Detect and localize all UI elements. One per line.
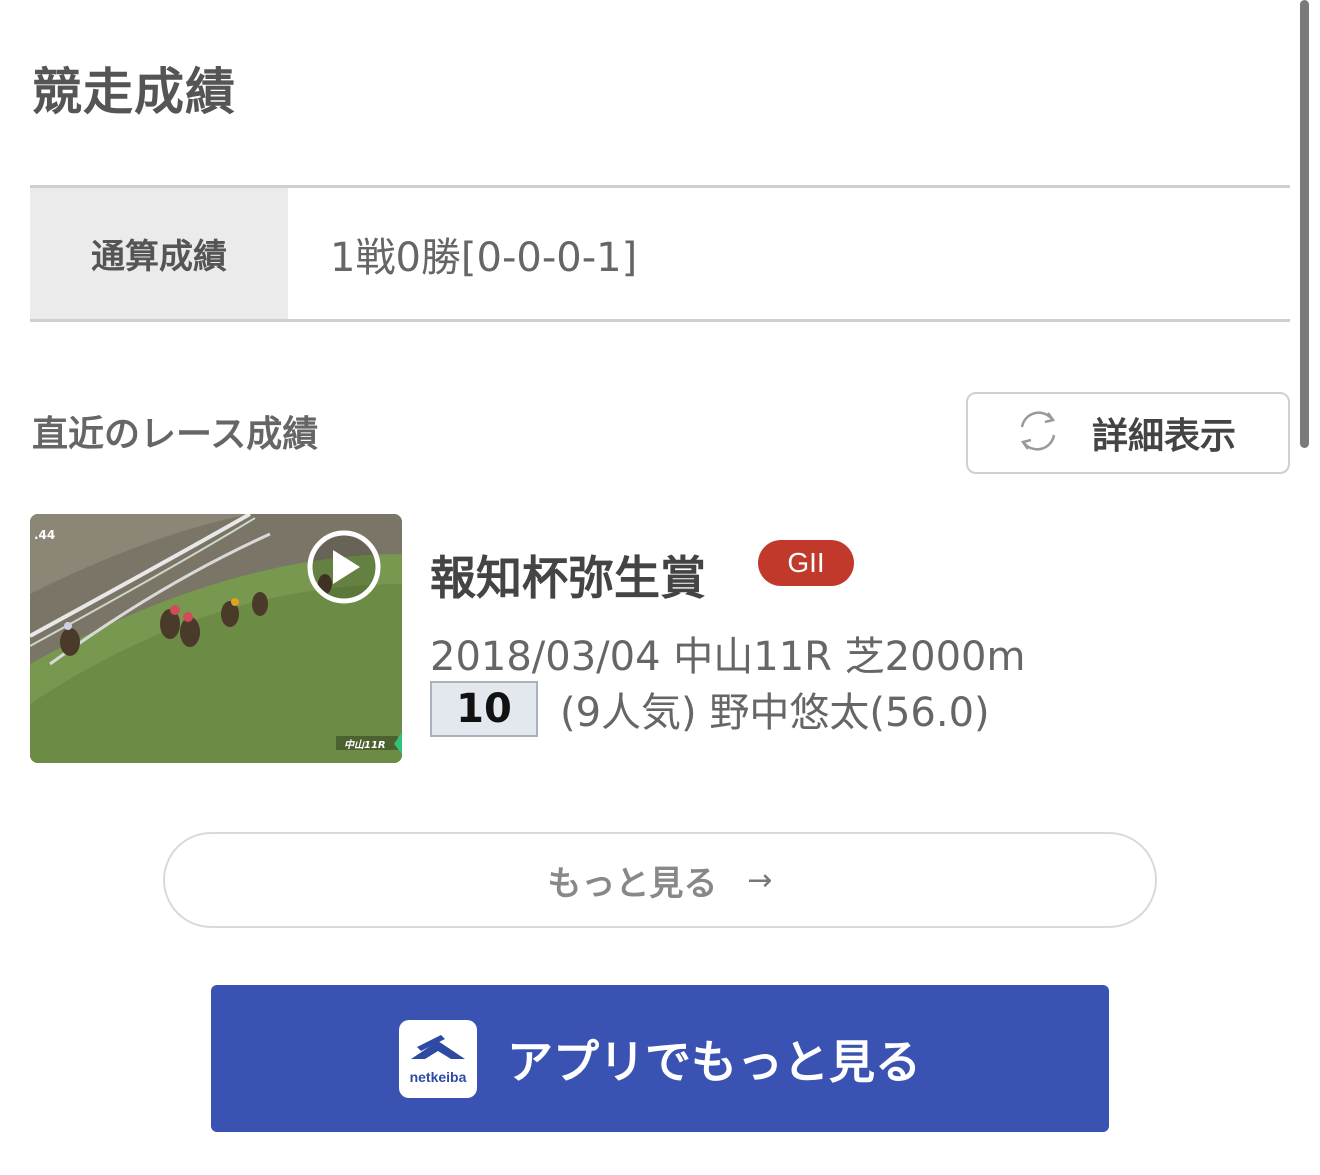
scrollbar[interactable] (1300, 0, 1309, 448)
open-app-label: アプリでもっと見る (507, 1034, 921, 1089)
career-summary-table: 通算成績 1戦0勝[0-0-0-1] (30, 185, 1290, 322)
refresh-icon (1012, 405, 1064, 461)
finish-position: 10 (430, 681, 538, 737)
netkeiba-logo: netkeiba (399, 1019, 477, 1098)
arrow-right-icon: → (747, 862, 773, 898)
detail-view-label: 詳細表示 (1092, 416, 1237, 457)
video-course-overlay: 中山11R (344, 740, 386, 751)
see-more-button[interactable]: もっと見る → (163, 832, 1157, 928)
race-info: 2018/03/04 中山11R 芝2000m (430, 634, 1026, 680)
career-summary-label: 通算成績 (30, 188, 288, 319)
app-logo-icon (411, 1034, 465, 1059)
see-more-label: もっと見る (547, 863, 718, 904)
race-result-detail: (9人気) 野中悠太(56.0) (560, 690, 990, 736)
race-name[interactable]: 報知杯弥生賞 (430, 542, 706, 608)
open-app-button[interactable]: netkeiba アプリでもっと見る (211, 985, 1109, 1132)
detail-view-button[interactable]: 詳細表示 (966, 392, 1290, 474)
recent-races-title: 直近のレース成績 (32, 414, 319, 455)
video-time-overlay: .44 (34, 528, 56, 542)
race-result-row: 10 (9人気) 野中悠太(56.0) (430, 680, 990, 738)
race-video-thumbnail[interactable]: .44 中山11R (30, 514, 402, 763)
career-summary-value: 1戦0勝[0-0-0-1] (330, 234, 638, 281)
app-logo-text: netkeiba (409, 1068, 467, 1085)
grade-badge: GII (758, 540, 854, 586)
page-title: 競走成績 (32, 63, 236, 121)
